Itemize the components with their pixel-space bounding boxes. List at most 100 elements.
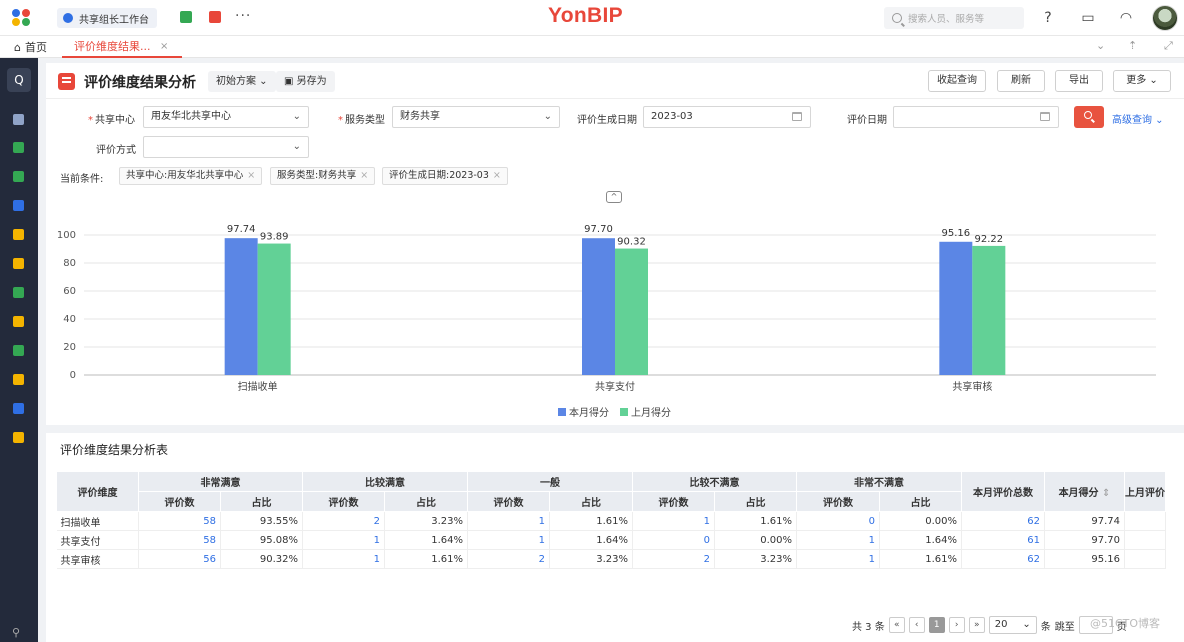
user-green-icon[interactable] (180, 11, 192, 23)
avatar[interactable] (1152, 5, 1178, 31)
last-page-button[interactable]: » (968, 617, 985, 633)
close-icon[interactable]: × (160, 36, 168, 58)
save-as-button[interactable]: ▣ 另存为 (276, 71, 335, 92)
close-icon[interactable]: × (247, 170, 255, 181)
prev-page-button[interactable]: ‹ (908, 617, 925, 633)
chat-icon[interactable]: ▭ (1079, 9, 1097, 27)
cell-name: 扫描收单 (56, 511, 139, 531)
pin-icon[interactable]: ⚲ (12, 626, 20, 639)
cell-total[interactable]: 61 (961, 530, 1045, 550)
close-icon[interactable]: × (360, 170, 368, 181)
refresh-button[interactable]: 刷新 (997, 70, 1045, 92)
workspace-tab-label: 共享组长工作台 (79, 14, 149, 26)
header-count: 评价数 (302, 491, 385, 512)
rail-search-icon[interactable]: Q (7, 68, 31, 92)
cell-last (1124, 549, 1166, 569)
cell-r2: 1.64% (384, 530, 468, 550)
table-row[interactable]: 扫描收单 58 93.55% 2 3.23% 1 1.61% 1 1.61% 0 0.00% 62 97… (56, 511, 1166, 531)
tab-home[interactable]: ⌂ 首页 (14, 39, 47, 55)
table-row[interactable]: 共享审核 56 90.32% 1 1.61% 2 3.23% 2 3.23% 1 1.61% 62 95… (56, 549, 1166, 569)
cell-c1[interactable]: 56 (138, 549, 221, 569)
eval-method-select[interactable]: ⌄ (143, 136, 309, 158)
sort-icon[interactable]: ⇕ (1102, 488, 1110, 499)
bar (972, 245, 1006, 375)
cell-c2[interactable]: 2 (302, 511, 385, 531)
table-row[interactable]: 共享支付 58 95.08% 1 1.64% 1 1.64% 0 0.00% 1 1.64% 61 97… (56, 530, 1166, 550)
service-type-select[interactable]: 财务共享 ⌄ (392, 106, 560, 128)
tab-home-label: 首页 (24, 41, 47, 54)
cell-c5[interactable]: 1 (796, 530, 880, 550)
help-icon[interactable]: ? (1039, 9, 1057, 27)
data-label: 97.74 (227, 224, 256, 235)
legend-swatch (558, 408, 566, 416)
rail-icon-note[interactable] (13, 229, 24, 240)
y-tick-label: 0 (70, 370, 76, 381)
export-button[interactable]: 导出 (1055, 70, 1103, 92)
close-icon[interactable]: × (493, 170, 501, 181)
rail-icon-list[interactable] (13, 258, 24, 269)
first-page-button[interactable]: « (888, 617, 905, 633)
global-search-input[interactable]: 搜索人员、服务等 (884, 7, 1024, 29)
page-size-select[interactable]: 20 ⌄ (988, 616, 1037, 634)
cell-c5[interactable]: 0 (796, 511, 880, 531)
headset-icon[interactable]: ◠ (1117, 9, 1135, 27)
more-button[interactable]: 更多 ⌄ (1113, 70, 1171, 92)
advanced-query-link[interactable]: 高级查询 ⌄ (1112, 111, 1164, 126)
scheme-dropdown[interactable]: 初始方案 ⌄ (208, 71, 276, 92)
rail-icon-user[interactable] (13, 171, 24, 182)
cell-c1[interactable]: 58 (138, 530, 221, 550)
arrow-up-icon[interactable]: ⇡ (1128, 39, 1137, 52)
bar (257, 243, 291, 375)
rail-icon-camera[interactable] (13, 114, 24, 125)
next-page-button[interactable]: › (948, 617, 965, 633)
current-page[interactable]: 1 (928, 617, 945, 633)
rail-icon-card[interactable] (13, 142, 24, 153)
rail-icon-doc[interactable] (13, 200, 24, 211)
rail-icon-person[interactable] (13, 374, 24, 385)
data-label: 92.22 (975, 234, 1004, 245)
cell-r4: 0.00% (714, 530, 797, 550)
app-logo-icon[interactable] (12, 9, 32, 27)
rail-icon-monitor[interactable] (13, 403, 24, 414)
current-conditions-label: 当前条件: (60, 174, 104, 185)
condition-tag[interactable]: 评价生成日期:2023-03 × (382, 167, 508, 185)
rail-icon-building[interactable] (13, 345, 24, 356)
cell-c2[interactable]: 1 (302, 549, 385, 569)
collapse-filter-icon[interactable]: ^ (606, 191, 622, 203)
cell-c5[interactable]: 1 (796, 549, 880, 569)
cell-total[interactable]: 62 (961, 549, 1045, 569)
pagination: 共 3 条 « ‹ 1 › » 20 ⌄ 条 跳至 页 (852, 616, 1127, 634)
message-icon[interactable] (209, 11, 221, 23)
condition-tag[interactable]: 共享中心:用友华北共享中心 × (119, 167, 263, 185)
collapse-query-button[interactable]: 收起查询 (928, 70, 986, 92)
search-button[interactable] (1074, 106, 1104, 128)
cell-c3[interactable]: 2 (467, 549, 550, 569)
header-group: 一般 (467, 471, 633, 492)
chevron-down-icon[interactable]: ⌄ (1096, 39, 1105, 52)
fullscreen-icon[interactable]: ⤢ (1164, 39, 1173, 53)
workspace-tab[interactable]: 共享组长工作台 (57, 8, 157, 28)
gen-date-picker[interactable]: 2023-03 (643, 106, 811, 128)
cell-c1[interactable]: 58 (138, 511, 221, 531)
cell-c4[interactable]: 1 (632, 511, 715, 531)
eval-date-picker[interactable] (893, 106, 1059, 128)
y-tick-label: 60 (63, 286, 76, 297)
tab-evaluation-analysis[interactable]: 评价维度结果... × (62, 36, 182, 58)
condition-tag[interactable]: 服务类型:财务共享 × (270, 167, 376, 185)
rail-icon-coin[interactable] (13, 432, 24, 443)
cell-r2: 1.61% (384, 549, 468, 569)
search-placeholder: 搜索人员、服务等 (908, 14, 985, 25)
cell-c3[interactable]: 1 (467, 511, 550, 531)
more-menu-icon[interactable]: ··· (235, 8, 251, 24)
cell-r2: 3.23% (384, 511, 468, 531)
rail-icon-thumb[interactable] (13, 316, 24, 327)
cell-c4[interactable]: 0 (632, 530, 715, 550)
cell-c2[interactable]: 1 (302, 530, 385, 550)
cell-c3[interactable]: 1 (467, 530, 550, 550)
share-center-select[interactable]: 用友华北共享中心 ⌄ (143, 106, 309, 128)
cell-total[interactable]: 62 (961, 511, 1045, 531)
header-score[interactable]: 本月得分 ⇕ (1044, 471, 1125, 512)
scheme-label: 初始方案 (216, 76, 256, 87)
cell-c4[interactable]: 2 (632, 549, 715, 569)
rail-icon-home[interactable] (13, 287, 24, 298)
